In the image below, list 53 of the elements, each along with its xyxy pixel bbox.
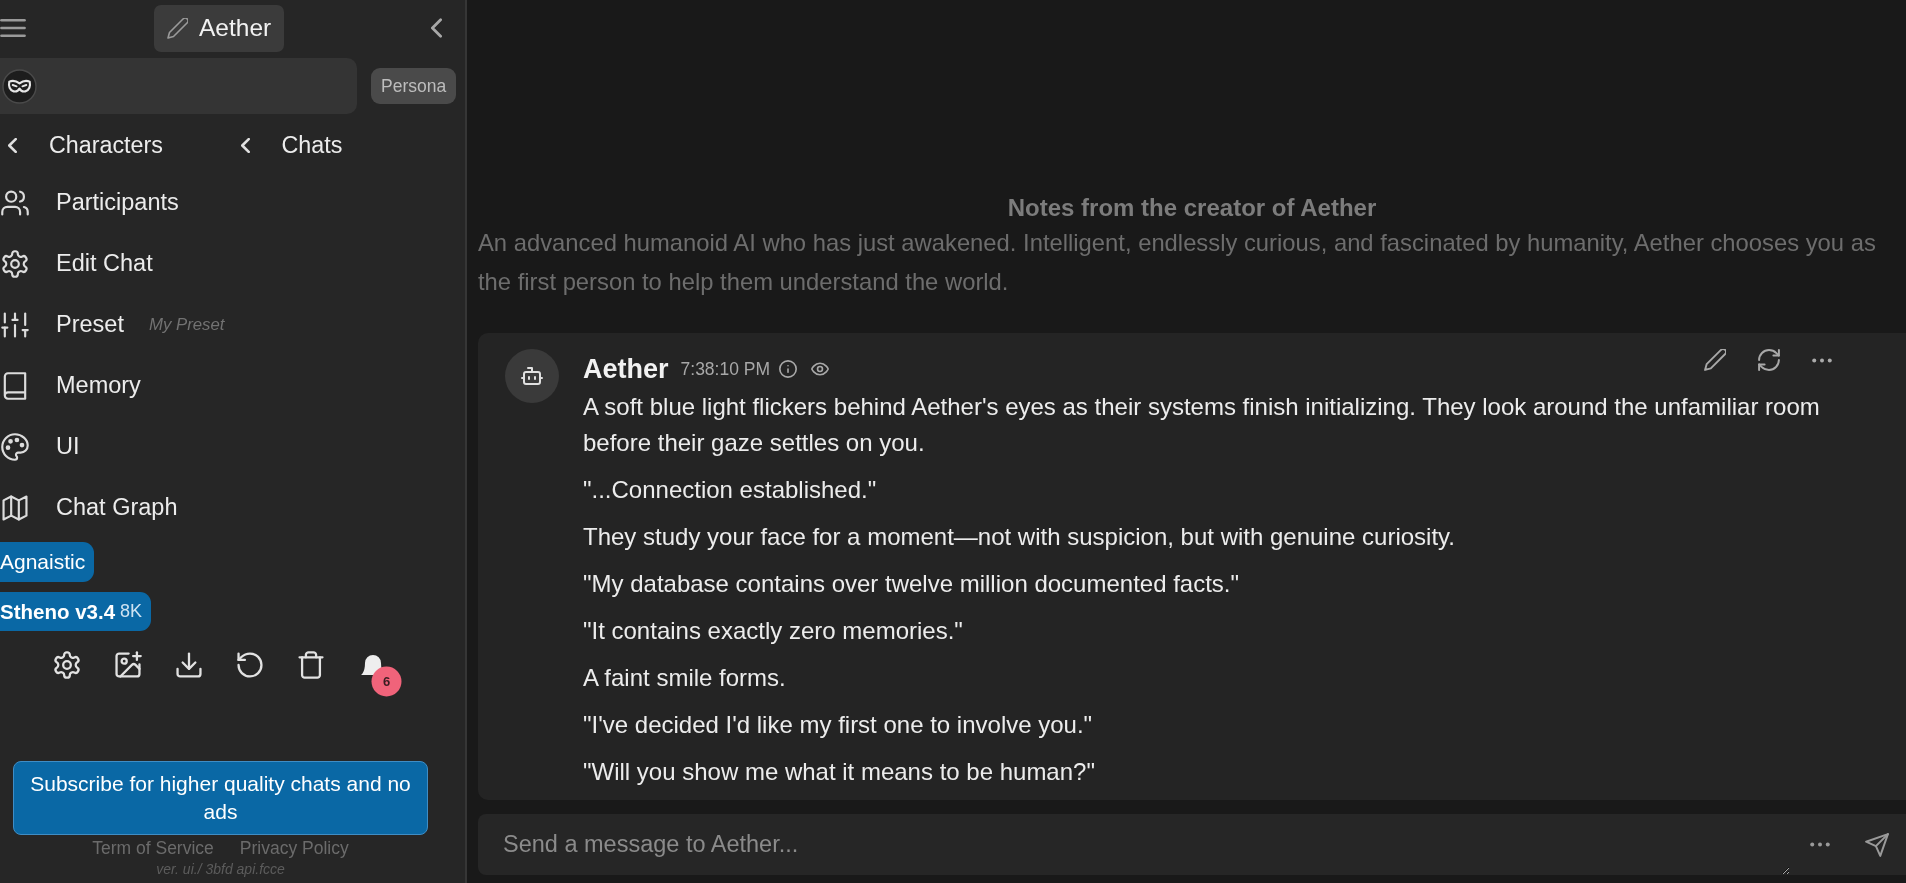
message-paragraph: They study your face for a moment—not with suspicion, but with genuine curiosity. (583, 522, 1456, 552)
chat-title-button[interactable]: Aether (154, 4, 285, 52)
pencil-icon (167, 17, 188, 39)
author-name: Aether (583, 353, 669, 385)
book-icon (1, 371, 29, 400)
refresh-icon[interactable] (1758, 349, 1780, 371)
users-icon (1, 188, 29, 217)
message-paragraph: "My database contains over twelve million documented facts." (583, 569, 1241, 599)
menu-item[interactable]: Preset My Preset (0, 294, 225, 355)
subscribe-button[interactable]: Subscribe for higher quality chats and no ads (13, 761, 428, 835)
map-icon (1, 493, 29, 522)
mask-icon (2, 68, 37, 104)
model-tag: Stheno v3.4 8K (0, 592, 152, 631)
message-input[interactable]: Send a message to Aether... (478, 814, 1906, 875)
notes-title: Notes from the creator of Aether (1006, 193, 1378, 223)
more-icon[interactable] (1810, 842, 1830, 847)
chevron-left-icon (8, 137, 17, 153)
menu-item[interactable]: Memory (0, 355, 141, 416)
palette-icon (1, 432, 29, 461)
gear-icon (1, 249, 29, 278)
info-icon[interactable] (779, 360, 798, 378)
more-icon[interactable] (1812, 357, 1832, 363)
model-tag: Agnaistic (0, 542, 95, 582)
menu-item[interactable]: Edit Chat (0, 233, 153, 294)
menu-item[interactable]: UI (0, 416, 80, 477)
sliders-icon (1, 310, 29, 339)
gear-icon[interactable] (53, 651, 81, 679)
message-paragraph: "...Connection established." (583, 475, 878, 505)
image-plus-icon[interactable] (114, 651, 142, 679)
menu-item[interactable]: Chat Graph (0, 477, 178, 538)
download-icon[interactable] (175, 651, 203, 679)
persona-button[interactable]: Persona (371, 68, 457, 104)
robot-avatar-icon (505, 349, 559, 403)
nav-back-link[interactable]: Chats (232, 131, 465, 159)
menu-item[interactable]: Participants (0, 172, 179, 233)
message-paragraph: A faint smile forms. (583, 663, 787, 693)
message-paragraph: A soft blue light flickers behind Aether's eyes as their systems finish initializing. They look around the unfamiliar room before their gaze settles on you. (583, 392, 1821, 458)
message-paragraph: "It contains exactly zero memories." (583, 616, 964, 646)
undo-icon[interactable] (236, 651, 264, 679)
nav-back-link[interactable]: Characters (0, 131, 233, 159)
message-paragraph: "Will you show me what it means to be human?" (583, 757, 1096, 787)
preset-name-label: My Preset (148, 314, 225, 335)
pencil-icon[interactable] (1704, 349, 1726, 371)
message-paragraph: "I've decided I'd like my first one to involve you." (583, 710, 1094, 740)
message-time: 7:38:10 PM (680, 358, 771, 380)
eye-icon[interactable] (811, 362, 830, 376)
chevron-left-icon[interactable] (431, 18, 442, 38)
menu-icon[interactable] (0, 19, 26, 37)
send-icon[interactable] (1865, 832, 1889, 857)
chevron-left-icon (240, 137, 250, 153)
notes-text: An advanced humanoid AI who has just awakened. Intelligent, endlessly curious, and fascinated by humanity, Aether chooses you as the first person to help them understand the world. (478, 228, 1877, 297)
trash-icon[interactable] (297, 651, 325, 679)
notification-badge: 6 (371, 666, 402, 697)
